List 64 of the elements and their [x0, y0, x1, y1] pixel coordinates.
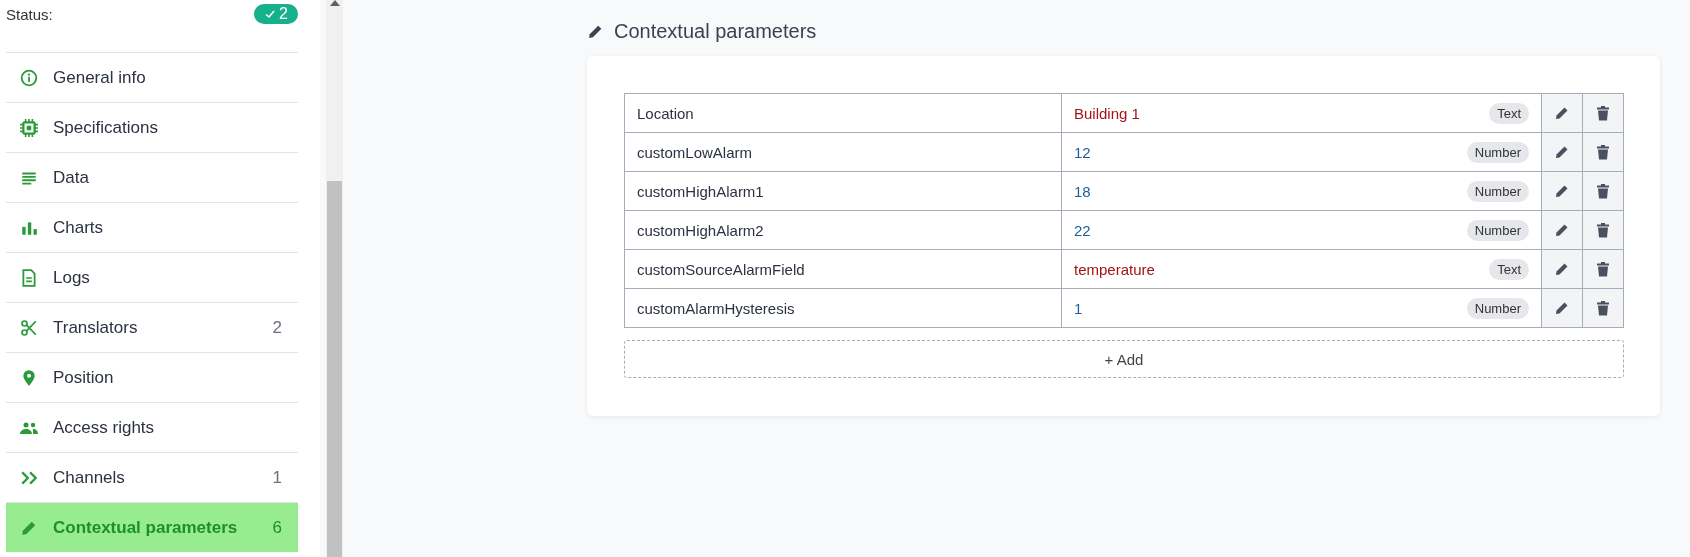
trash-icon — [1596, 144, 1610, 160]
sidebar-item[interactable]: Charts — [6, 202, 298, 252]
delete-button[interactable] — [1582, 249, 1624, 289]
type-badge: Text — [1489, 258, 1529, 280]
type-badge: Number — [1466, 141, 1529, 163]
parameter-value: 18 — [1074, 182, 1091, 200]
pencil-icon — [587, 23, 604, 40]
info-icon — [20, 68, 38, 87]
type-badge: Text — [1489, 102, 1529, 124]
status-label: Status: — [6, 5, 53, 23]
parameter-value: 1 — [1074, 299, 1083, 317]
check-icon — [264, 8, 277, 20]
pencil-icon — [1554, 300, 1570, 316]
pencil-icon — [1554, 183, 1570, 199]
add-button[interactable]: + Add — [624, 340, 1624, 378]
sidebar-item[interactable]: Data — [6, 152, 298, 202]
pencil-icon — [1554, 144, 1570, 160]
scissors-icon — [20, 318, 38, 337]
parameter-name: customLowAlarm — [624, 132, 1062, 172]
chip-icon — [20, 118, 38, 137]
parameter-value: Building 1 — [1074, 104, 1140, 122]
scroll-up-icon[interactable] — [329, 0, 340, 6]
parameter-name: customSourceAlarmField — [624, 249, 1062, 289]
document-icon — [20, 268, 38, 287]
sidebar-item[interactable]: Specifications — [6, 102, 298, 152]
parameter-name: Location — [624, 93, 1062, 133]
parameter-value: 22 — [1074, 221, 1091, 239]
trash-icon — [1596, 183, 1610, 199]
delete-button[interactable] — [1582, 93, 1624, 133]
edit-button[interactable] — [1541, 132, 1583, 172]
sidebar-item[interactable]: Logs — [6, 252, 298, 302]
status-badge: 2 — [254, 4, 298, 24]
sidebar-item[interactable]: Position — [6, 352, 298, 402]
scrollbar-thumb[interactable] — [327, 181, 342, 557]
edit-button[interactable] — [1541, 93, 1583, 133]
parameter-value: temperature — [1074, 260, 1155, 278]
delete-button[interactable] — [1582, 210, 1624, 250]
sidebar-item[interactable]: General info — [6, 52, 298, 102]
pencil-icon — [1554, 261, 1570, 277]
map-pin-icon — [20, 368, 38, 387]
delete-button[interactable] — [1582, 132, 1624, 172]
section-title: Contextual parameters — [614, 20, 817, 43]
edit-button[interactable] — [1541, 210, 1583, 250]
type-badge: Number — [1466, 297, 1529, 319]
edit-button[interactable] — [1541, 249, 1583, 289]
trash-icon — [1596, 261, 1610, 277]
scrollbar[interactable] — [326, 0, 343, 557]
sidebar-item[interactable]: Translators 2 — [6, 302, 298, 352]
type-badge: Number — [1466, 219, 1529, 241]
pencil-icon — [1554, 222, 1570, 238]
parameter-name: customAlarmHysteresis — [624, 288, 1062, 328]
parameter-name: customHighAlarm1 — [624, 171, 1062, 211]
parameter-value: 12 — [1074, 143, 1091, 161]
trash-icon — [1596, 105, 1610, 121]
edit-button[interactable] — [1541, 288, 1583, 328]
delete-button[interactable] — [1582, 288, 1624, 328]
parameter-name: customHighAlarm2 — [624, 210, 1062, 250]
sidebar-item[interactable]: Access rights — [6, 402, 298, 452]
delete-button[interactable] — [1582, 171, 1624, 211]
type-badge: Number — [1466, 180, 1529, 202]
edit-button[interactable] — [1541, 171, 1583, 211]
pencil-icon — [1554, 105, 1570, 121]
trash-icon — [1596, 222, 1610, 238]
trash-icon — [1596, 300, 1610, 316]
